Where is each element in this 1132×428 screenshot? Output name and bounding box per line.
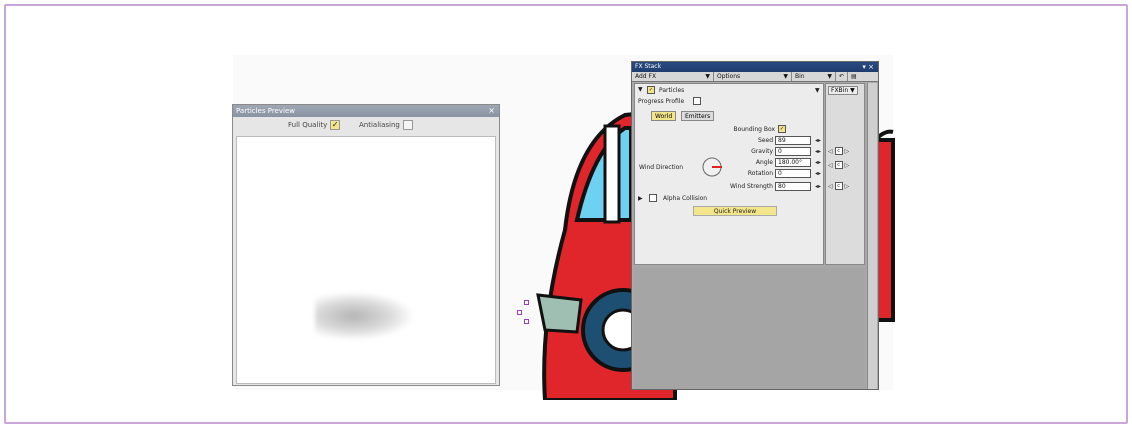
antialiasing-option[interactable]: Antialiasing: [359, 120, 413, 130]
fx-stack-menubar: Add FX ▼ Options ▼ Bin ▼ ↶ ▤: [632, 72, 878, 82]
angle-c-button[interactable]: c: [834, 161, 843, 169]
prev-key-icon[interactable]: ◁: [828, 148, 833, 155]
undo-icon[interactable]: ↶: [836, 72, 848, 81]
particle-smoke: [315, 293, 411, 339]
collapse-icon[interactable]: ▼: [638, 86, 643, 93]
close-icon[interactable]: ×: [488, 105, 495, 117]
full-quality-label: Full Quality: [288, 121, 328, 129]
options-menu[interactable]: Options ▼: [714, 72, 792, 81]
seed-label: Seed: [758, 137, 773, 144]
panel-icon[interactable]: ▤: [848, 72, 860, 81]
bounding-box-label: Bounding Box: [733, 126, 775, 133]
drag-arrows-icon[interactable]: ◂▸: [815, 170, 821, 177]
gravity-field[interactable]: 0: [775, 147, 811, 156]
fx-stack-empty-area: [634, 267, 865, 389]
chevron-down-icon: ▼: [783, 73, 788, 80]
chevron-down-icon: ▼: [850, 87, 855, 94]
next-key-icon[interactable]: ▷: [845, 148, 850, 155]
check-icon: ✓: [331, 120, 339, 129]
effect-enabled-checkbox[interactable]: ✓: [647, 86, 655, 94]
drag-arrows-icon[interactable]: ◂▸: [815, 148, 821, 155]
bin-label: Bin: [795, 73, 805, 80]
particles-effect-panel: ▼ ✓ Particles ▼ Progress Profile World E…: [634, 83, 824, 265]
full-quality-option[interactable]: Full Quality ✓: [288, 120, 341, 130]
preview-options: Full Quality ✓ Antialiasing: [233, 117, 499, 133]
rotation-field[interactable]: 0: [775, 169, 811, 178]
wind-direction-dial[interactable]: [701, 156, 723, 178]
fx-stack-title: FX Stack: [635, 63, 662, 70]
drag-arrows-icon[interactable]: ◂▸: [815, 159, 821, 166]
wind-strength-c-button[interactable]: c: [834, 182, 843, 190]
fxbin-label: FXBin: [831, 87, 849, 94]
particle-preview-area: [236, 136, 496, 384]
progress-profile-checkbox[interactable]: [693, 97, 701, 105]
wind-strength-label: Wind Strength: [730, 183, 773, 190]
chevron-down-icon: ▼: [827, 73, 832, 80]
particles-preview-window: Particles Preview × Full Quality ✓ Antia…: [232, 104, 500, 386]
seed-field[interactable]: 89: [775, 136, 811, 145]
drag-arrows-icon[interactable]: ◂▸: [815, 137, 821, 144]
tab-emitters[interactable]: Emitters: [681, 111, 715, 121]
angle-field[interactable]: 180.00°: [775, 158, 811, 167]
fx-stack-titlebar[interactable]: FX Stack ▾ ×: [632, 62, 878, 72]
angle-label: Angle: [755, 159, 773, 166]
wind-strength-keyframe-controls: ◁ c ▷: [828, 182, 849, 190]
full-quality-checkbox[interactable]: ✓: [330, 120, 341, 130]
antialiasing-label: Antialiasing: [359, 121, 400, 129]
fx-stack-scrollbar[interactable]: [867, 83, 877, 389]
prev-key-icon[interactable]: ◁: [828, 162, 833, 169]
wind-strength-field[interactable]: 80: [775, 182, 811, 191]
gravity-c-button[interactable]: c: [834, 147, 843, 155]
antialiasing-checkbox[interactable]: [402, 120, 413, 130]
chevron-down-icon: ▼: [705, 73, 710, 80]
next-key-icon[interactable]: ▷: [845, 162, 850, 169]
selection-handle[interactable]: [524, 319, 529, 324]
check-icon: ✓: [648, 87, 654, 93]
check-icon: ✓: [779, 126, 785, 132]
selection-handle[interactable]: [524, 300, 529, 305]
bin-menu[interactable]: Bin ▼: [792, 72, 836, 81]
fxbin-column: FXBin ▼ ◁ c ▷ ◁ c ▷ ◁ c ▷: [825, 83, 865, 265]
fx-stack-window: FX Stack ▾ × Add FX ▼ Options ▼ Bin ▼ ↶ …: [631, 61, 879, 390]
window-controls-icon[interactable]: ▾ ×: [862, 62, 874, 72]
quick-preview-button[interactable]: Quick Preview: [693, 206, 777, 216]
progress-profile-label: Progress Profile: [638, 98, 685, 105]
tab-world[interactable]: World: [651, 111, 677, 121]
add-fx-menu[interactable]: Add FX ▼: [632, 72, 714, 81]
particles-preview-title: Particles Preview: [236, 107, 295, 115]
selection-handle[interactable]: [517, 310, 522, 315]
expand-icon[interactable]: ▶: [638, 195, 643, 202]
alpha-collision-label: Alpha Collision: [663, 195, 708, 202]
fxbin-dropdown[interactable]: FXBin ▼: [828, 86, 858, 95]
bounding-box-checkbox[interactable]: ✓: [778, 125, 786, 133]
rotation-label: Rotation: [747, 170, 773, 177]
wind-direction-label: Wind Direction: [639, 164, 684, 171]
angle-keyframe-controls: ◁ c ▷: [828, 161, 849, 169]
prev-key-icon[interactable]: ◁: [828, 183, 833, 190]
alpha-collision-checkbox[interactable]: [649, 194, 657, 202]
effect-menu-icon[interactable]: ▼: [815, 87, 820, 94]
add-fx-label: Add FX: [635, 73, 657, 80]
effect-name: Particles: [659, 87, 685, 94]
drag-arrows-icon[interactable]: ◂▸: [815, 183, 821, 190]
particles-preview-titlebar[interactable]: Particles Preview ×: [233, 105, 499, 117]
next-key-icon[interactable]: ▷: [845, 183, 850, 190]
gravity-label: Gravity: [751, 148, 773, 155]
gravity-keyframe-controls: ◁ c ▷: [828, 147, 849, 155]
options-label: Options: [717, 73, 741, 80]
